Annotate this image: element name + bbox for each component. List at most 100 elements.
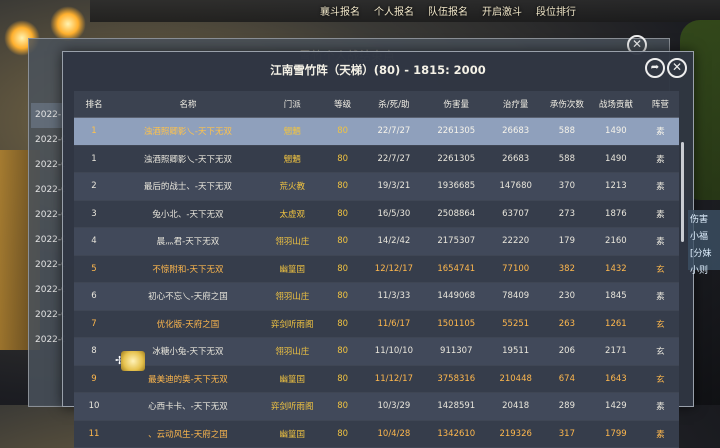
cell-faction: 弈剑听雨阁 bbox=[261, 392, 323, 421]
cell-kda: 10/4/28 bbox=[362, 420, 426, 448]
cell-rank: 4 bbox=[74, 227, 115, 256]
cell-hits: 273 bbox=[543, 200, 590, 228]
cell-rank: 11 bbox=[74, 420, 115, 448]
cell-kda: 12/12/17 bbox=[362, 255, 426, 283]
table-row[interactable]: 7 优化版-天府之国 弈剑听雨阁 80 11/6/17 1501105 55251 263 12… bbox=[74, 310, 679, 338]
cell-hits: 588 bbox=[543, 117, 590, 146]
col-header-faction[interactable]: 门派 bbox=[261, 91, 323, 118]
cell-heal: 26683 bbox=[487, 117, 544, 146]
menu-item-team-signup[interactable]: 队伍报名 bbox=[428, 3, 468, 18]
cell-contrib: 1261 bbox=[589, 310, 642, 338]
table-row[interactable]: 1 浊酒照卿影乀-天下无双 魍魉 80 22/7/27 2261305 26683 588 14… bbox=[74, 117, 679, 146]
held-item-icon bbox=[121, 351, 145, 371]
date-item[interactable]: 2022-0 bbox=[31, 253, 65, 278]
col-header-hits[interactable]: 承伤次数 bbox=[543, 91, 590, 118]
cell-damage: 3758316 bbox=[425, 365, 488, 393]
cell-heal: 20418 bbox=[487, 392, 544, 421]
cell-damage: 1501105 bbox=[425, 310, 488, 338]
cell-hits: 289 bbox=[543, 392, 590, 421]
cell-hits: 588 bbox=[543, 145, 590, 173]
cell-hits: 674 bbox=[543, 365, 590, 393]
share-icon[interactable]: ➦ bbox=[645, 58, 665, 78]
cell-camp: 素 bbox=[641, 117, 679, 146]
date-item[interactable]: 2022-0 bbox=[31, 128, 65, 153]
cell-damage: 1342610 bbox=[425, 420, 488, 448]
cell-contrib: 1490 bbox=[589, 145, 642, 173]
cell-level: 80 bbox=[322, 200, 363, 228]
cell-name: 晨灬君-天下无双 bbox=[114, 227, 262, 256]
cell-level: 80 bbox=[322, 117, 363, 146]
cell-camp: 玄 bbox=[641, 310, 679, 338]
cell-faction: 幽篁国 bbox=[261, 365, 323, 393]
date-item[interactable]: 2022-0 bbox=[31, 278, 65, 303]
date-item[interactable]: 2022-0 bbox=[31, 228, 65, 253]
table-row[interactable]: 2 最后的战士、-天下无双 荒火教 80 19/3/21 1936685 147680 370… bbox=[74, 172, 679, 201]
battle-result-panel: 江南雪竹阵（天梯）(80) - 1815: 2000 ➦ ✕ 排名 名称 门派 … bbox=[62, 51, 694, 448]
hud-label: 伤害 bbox=[690, 215, 709, 225]
col-header-camp[interactable]: 阵营 bbox=[641, 91, 679, 118]
cell-rank: 1 bbox=[74, 117, 115, 146]
cell-hits: 317 bbox=[543, 420, 590, 448]
col-header-kda[interactable]: 杀/死/助 bbox=[362, 91, 426, 118]
cell-rank: 7 bbox=[74, 310, 115, 338]
table-row[interactable]: 3 兔小北、-天下无双 太虚观 80 16/5/30 2508864 63707 273 187… bbox=[74, 200, 679, 228]
close-icon[interactable]: ✕ bbox=[667, 58, 687, 78]
date-item[interactable]: 2022-0 bbox=[31, 178, 65, 203]
cell-name: 浊酒照卿影乀-天下无双 bbox=[114, 117, 262, 146]
cell-camp: 玄 bbox=[641, 365, 679, 393]
cell-damage: 2261305 bbox=[425, 145, 488, 173]
col-header-heal[interactable]: 治疗量 bbox=[487, 91, 544, 118]
cell-contrib: 1845 bbox=[589, 282, 642, 311]
cell-rank: 5 bbox=[74, 255, 115, 283]
col-header-damage[interactable]: 伤害量 bbox=[425, 91, 488, 118]
col-header-contrib[interactable]: 战场贡献 bbox=[589, 91, 642, 118]
hud-label: 小福 bbox=[690, 232, 709, 242]
cell-faction: 幽篁国 bbox=[261, 255, 323, 283]
col-header-name[interactable]: 名称 bbox=[114, 91, 262, 118]
cell-level: 80 bbox=[322, 310, 363, 338]
table-row[interactable]: 4 晨灬君-天下无双 翎羽山庄 80 14/2/42 2175307 22220 179 216… bbox=[74, 227, 679, 256]
menu-item-team-fight[interactable]: 襄斗报名 bbox=[320, 3, 360, 18]
table-row[interactable]: 6 初心不忘乀-天府之国 翎羽山庄 80 11/3/33 1449068 78409 230 1… bbox=[74, 282, 679, 311]
cell-camp: 素 bbox=[641, 282, 679, 311]
cell-damage: 2508864 bbox=[425, 200, 488, 228]
cell-name: 初心不忘乀-天府之国 bbox=[114, 282, 262, 311]
menu-item-rank-list[interactable]: 段位排行 bbox=[536, 3, 576, 18]
panel-title: 江南雪竹阵（天梯）(80) - 1815: 2000 bbox=[270, 63, 486, 77]
menu-item-solo-signup[interactable]: 个人报名 bbox=[374, 3, 414, 18]
date-item[interactable]: 2022-0 bbox=[31, 153, 65, 178]
date-item[interactable]: 2022-0 bbox=[31, 203, 65, 228]
cell-level: 80 bbox=[322, 420, 363, 448]
cell-rank: 1 bbox=[74, 145, 115, 173]
cell-faction: 翎羽山庄 bbox=[261, 337, 323, 366]
cell-heal: 26683 bbox=[487, 145, 544, 173]
cell-hits: 206 bbox=[543, 337, 590, 366]
cell-faction: 荒火教 bbox=[261, 172, 323, 201]
table-row[interactable]: 8 冰糖小兔-天下无双 翎羽山庄 80 11/10/10 911307 19511 206 21… bbox=[74, 337, 679, 366]
col-header-rank[interactable]: 排名 bbox=[74, 91, 115, 118]
cell-kda: 11/6/17 bbox=[362, 310, 426, 338]
col-header-level[interactable]: 等级 bbox=[322, 91, 363, 118]
table-row[interactable]: 11 、云动风生-天府之国 幽篁国 80 10/4/28 1342610 219326 317… bbox=[74, 420, 679, 448]
cell-level: 80 bbox=[322, 392, 363, 421]
cell-contrib: 2171 bbox=[589, 337, 642, 366]
date-item[interactable]: 2022- bbox=[31, 103, 65, 128]
cell-heal: 219326 bbox=[487, 420, 544, 448]
cell-heal: 55251 bbox=[487, 310, 544, 338]
cell-heal: 210448 bbox=[487, 365, 544, 393]
cell-contrib: 2160 bbox=[589, 227, 642, 256]
table-row[interactable]: 9 最美迪的奥-天下无双 幽篁国 80 11/12/17 3758316 210448 674… bbox=[74, 365, 679, 393]
table-row[interactable]: 1 浊酒照卿影乀-天下无双 魍魉 80 22/7/27 2261305 26683 588 14… bbox=[74, 145, 679, 173]
cell-kda: 22/7/27 bbox=[362, 145, 426, 173]
date-item[interactable]: 2022-0 bbox=[31, 303, 65, 328]
cell-faction: 幽篁国 bbox=[261, 420, 323, 448]
date-list: 2022- 2022-0 2022-0 2022-0 2022-0 2022-0… bbox=[31, 103, 65, 353]
cell-faction: 翎羽山庄 bbox=[261, 282, 323, 311]
cell-camp: 素 bbox=[641, 392, 679, 421]
table-scrollbar[interactable] bbox=[681, 142, 684, 242]
cell-name: 不惊附和-天下无双 bbox=[114, 255, 262, 283]
menu-item-start-fight[interactable]: 开启激斗 bbox=[482, 3, 522, 18]
date-item[interactable]: 2022-0 bbox=[31, 328, 65, 353]
table-row[interactable]: 5 不惊附和-天下无双 幽篁国 80 12/12/17 1654741 77100 382 14… bbox=[74, 255, 679, 283]
table-row[interactable]: 10 心西卡卡、-天下无双 弈剑听雨阁 80 10/3/29 1428591 20418 28… bbox=[74, 392, 679, 421]
